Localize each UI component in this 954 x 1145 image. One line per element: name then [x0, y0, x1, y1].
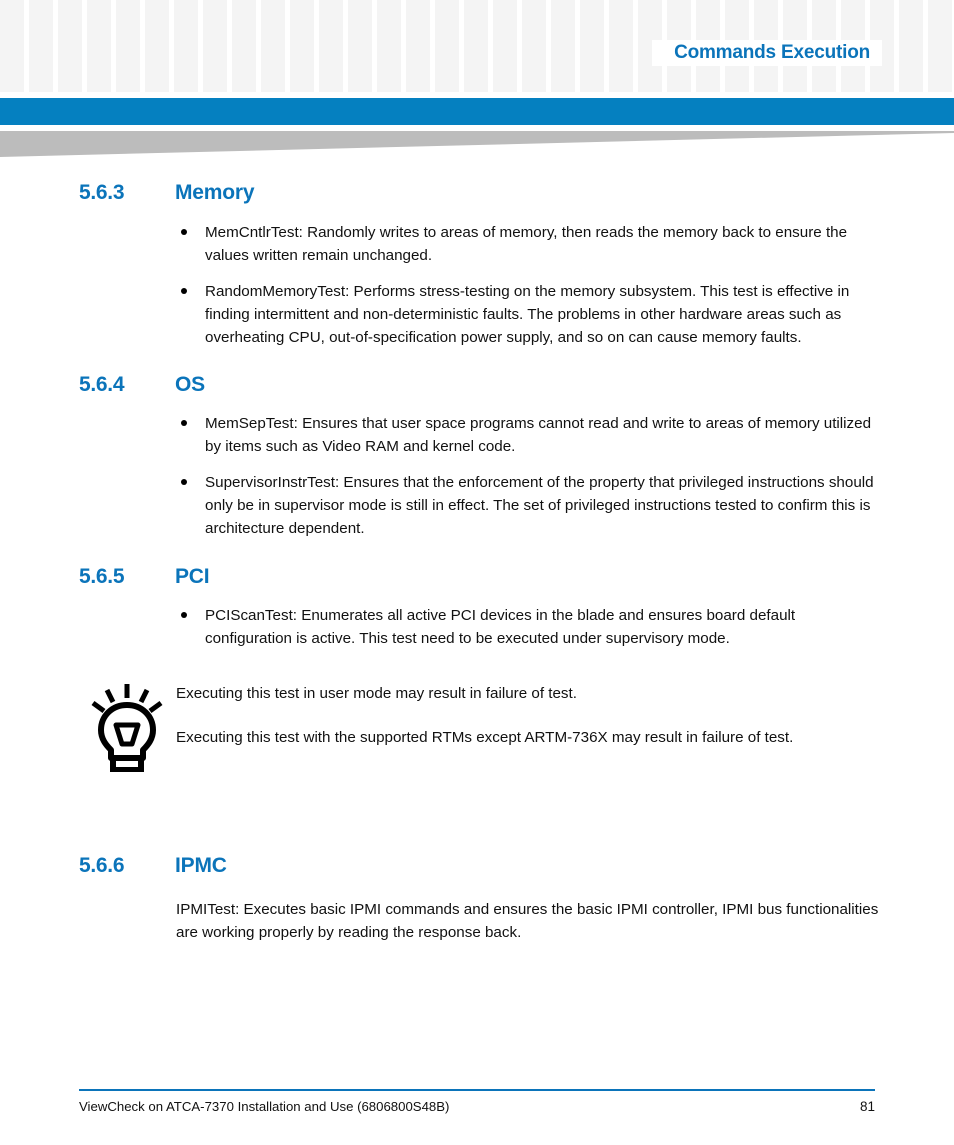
- bullet-dot-icon: [181, 612, 187, 618]
- list-item: PCIScanTest: Enumerates all active PCI d…: [0, 604, 954, 650]
- section-number: 5.6.4: [79, 373, 125, 396]
- section-heading-ipmc: 5.6.6 IPMC: [0, 854, 954, 878]
- memory-bullet-list: MemCntlrTest: Randomly writes to areas o…: [0, 221, 954, 349]
- section-title: IPMC: [175, 854, 227, 877]
- header-blue-bar: [0, 98, 954, 125]
- tip-line: Executing this test with the supported R…: [176, 729, 794, 746]
- section-heading-pci: 5.6.5 PCI: [0, 565, 954, 589]
- page-content: 5.6.3 Memory MemCntlrTest: Randomly writ…: [0, 159, 954, 944]
- section-pci: 5.6.5 PCI PCIScanTest: Enumerates all ac…: [0, 565, 954, 650]
- list-item-text: RandomMemoryTest: Performs stress-testin…: [205, 283, 850, 346]
- footer-row: ViewCheck on ATCA-7370 Installation and …: [79, 1099, 875, 1114]
- section-number: 5.6.3: [79, 181, 125, 204]
- page-header: Commands Execution: [0, 0, 954, 92]
- list-item: SupervisorInstrTest: Ensures that the en…: [0, 471, 954, 540]
- bullet-dot-icon: [181, 288, 187, 294]
- bullet-dot-icon: [181, 479, 187, 485]
- list-item-text: MemCntlrTest: Randomly writes to areas o…: [205, 224, 848, 264]
- section-os: 5.6.4 OS MemSepTest: Ensures that user s…: [0, 373, 954, 540]
- section-memory: 5.6.3 Memory MemCntlrTest: Randomly writ…: [0, 181, 954, 349]
- bullet-dot-icon: [181, 229, 187, 235]
- list-item: MemSepTest: Ensures that user space prog…: [0, 412, 954, 458]
- bullet-dot-icon: [181, 420, 187, 426]
- lightbulb-tip-icon: [91, 684, 163, 772]
- list-item: MemCntlrTest: Randomly writes to areas o…: [0, 221, 954, 267]
- section-title: OS: [175, 373, 205, 396]
- tip-line: Executing this test in user mode may res…: [176, 685, 577, 702]
- pci-bullet-list: PCIScanTest: Enumerates all active PCI d…: [0, 604, 954, 650]
- ipmc-paragraph: IPMITest: Executes basic IPMI commands a…: [176, 901, 879, 941]
- footer-divider: [79, 1089, 875, 1091]
- tip-note-block: Executing this test in user mode may res…: [0, 682, 954, 778]
- footer-page-number: 81: [859, 1099, 875, 1114]
- section-ipmc: 5.6.6 IPMC IPMITest: Executes basic IPMI…: [0, 854, 954, 944]
- list-item-text: MemSepTest: Ensures that user space prog…: [205, 415, 872, 455]
- section-title: Memory: [175, 181, 255, 204]
- list-item-text: SupervisorInstrTest: Ensures that the en…: [205, 474, 874, 537]
- list-item: RandomMemoryTest: Performs stress-testin…: [0, 280, 954, 349]
- section-heading-os: 5.6.4 OS: [0, 373, 954, 397]
- list-item-text: PCIScanTest: Enumerates all active PCI d…: [205, 607, 796, 647]
- os-bullet-list: MemSepTest: Ensures that user space prog…: [0, 412, 954, 540]
- footer-document-title: ViewCheck on ATCA-7370 Installation and …: [79, 1099, 450, 1114]
- section-title: PCI: [175, 565, 210, 588]
- header-gray-swoosh: [0, 131, 954, 157]
- page-footer: ViewCheck on ATCA-7370 Installation and …: [79, 1089, 875, 1114]
- section-heading-memory: 5.6.3 Memory: [0, 181, 954, 205]
- section-number: 5.6.6: [79, 854, 125, 877]
- running-header-title: Commands Execution: [674, 42, 870, 63]
- section-number: 5.6.5: [79, 565, 125, 588]
